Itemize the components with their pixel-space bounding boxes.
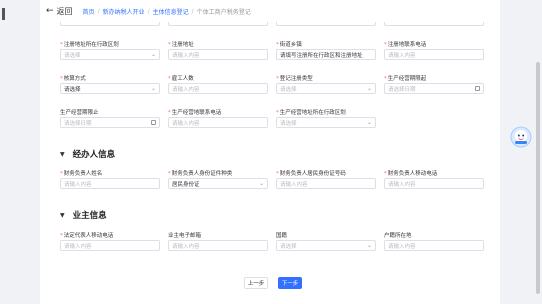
prev-step-button[interactable]: 上一步: [244, 277, 268, 289]
caret-down-icon: ▼: [60, 150, 65, 158]
operation-end-date-picker[interactable]: 请选择日期: [60, 117, 160, 128]
operation-region-select[interactable]: 请选择 ⌄: [276, 117, 376, 128]
vertical-scrollbar[interactable]: [536, 62, 540, 294]
back-button[interactable]: ← 返回: [40, 6, 73, 17]
caret-down-icon: ▼: [60, 211, 65, 219]
top-bar: ← 返回 首页 / 新办纳税人开业 / 主体信息登记 / 个体工商户税务登记: [40, 0, 500, 22]
field-label: *注册地址所在行政区划: [60, 42, 119, 48]
street-town-select[interactable]: 请填写注册所在行政区和注册地址: [276, 49, 376, 60]
field-label: *街道乡镇: [276, 42, 302, 48]
field-label: *生产经营地联系电话: [168, 110, 222, 116]
section-header-owner[interactable]: ▼ 业主信息: [60, 209, 107, 221]
breadcrumb-home[interactable]: 首页: [83, 7, 95, 16]
arrow-left-icon: ←: [46, 6, 54, 16]
field-label: *财务负责人姓名: [60, 171, 103, 177]
finance-id-number-input[interactable]: 请输入内容: [276, 178, 376, 189]
chevron-down-icon: ⌄: [258, 180, 264, 187]
nationality-select[interactable]: 请选择 ⌄: [276, 240, 376, 251]
field-label: *注册地联系电话: [384, 42, 427, 48]
chevron-down-icon: ⌄: [366, 242, 372, 249]
registration-type-select[interactable]: 请选择 ⌄: [276, 83, 376, 94]
field-label: *财务负责人移动电话: [384, 171, 438, 177]
field-label: 生产经营期限止: [60, 110, 99, 116]
chevron-down-icon: ⌄: [366, 85, 372, 92]
clipped-field[interactable]: [384, 22, 484, 26]
section-title: 业主信息: [72, 211, 107, 221]
field-label: *登记注册类型: [276, 76, 313, 82]
clipped-field[interactable]: [60, 22, 160, 26]
chevron-down-icon: ⌄: [366, 119, 372, 126]
field-label: *生产经营地址所在行政区划: [276, 110, 346, 116]
breadcrumb: 首页 / 新办纳税人开业 / 主体信息登记 / 个体工商户税务登记: [83, 7, 251, 16]
clipped-field[interactable]: [276, 22, 376, 26]
section-header-agent[interactable]: ▼ 经办人信息: [60, 148, 115, 160]
back-label: 返回: [56, 6, 73, 16]
field-label: 国籍: [276, 233, 288, 239]
left-gutter: [0, 0, 40, 304]
breadcrumb-separator: /: [97, 7, 100, 15]
next-step-button[interactable]: 下一步: [278, 277, 302, 289]
household-registration-input[interactable]: 请输入内容: [384, 240, 484, 251]
field-label: *财务负责人身份证件种类: [168, 171, 233, 177]
accounting-method-select[interactable]: 请选择 ⌄: [60, 83, 160, 94]
breadcrumb-new-taxpayer[interactable]: 新办纳税人开业: [103, 7, 145, 16]
field-label: *核算方式: [60, 76, 86, 82]
clipped-field[interactable]: [168, 22, 268, 26]
legal-rep-mobile-input[interactable]: 请输入内容: [60, 240, 160, 251]
registered-region-select[interactable]: 请选择 ⌄: [60, 49, 160, 60]
breadcrumb-separator: /: [191, 7, 194, 15]
owner-email-input[interactable]: 请输入内容: [168, 240, 268, 251]
breadcrumb-current: 个体工商户税务登记: [196, 8, 251, 16]
breadcrumb-entity-registration[interactable]: 主体信息登记: [153, 7, 189, 16]
field-label: *雇工人数: [168, 76, 194, 82]
section-title: 经办人信息: [72, 150, 116, 160]
field-label: 户籍所在地: [384, 233, 412, 239]
chevron-down-icon: ⌄: [150, 51, 156, 58]
form-panel: *注册地址所在行政区划 请选择 ⌄ *注册地址 请输入内容 *街道乡镇 请填写注册…: [40, 22, 500, 304]
field-label: 业主电子邮箱: [168, 233, 202, 239]
registered-phone-input[interactable]: 请输入内容: [384, 49, 484, 60]
field-label: *注册地址: [168, 42, 194, 48]
employee-count-input[interactable]: 请输入内容: [168, 83, 268, 94]
assistant-avatar-icon[interactable]: [510, 126, 532, 148]
field-label: *财务负责人居民身份证号码: [276, 171, 346, 177]
finance-name-input[interactable]: 请输入内容: [60, 178, 160, 189]
left-edge-marker: [2, 8, 5, 20]
field-label: *法定代表人移动电话: [60, 233, 114, 239]
finance-id-type-select[interactable]: 居民身份证 ⌄: [168, 178, 268, 189]
registered-address-input[interactable]: 请输入内容: [168, 49, 268, 60]
chevron-down-icon: ⌄: [150, 85, 156, 92]
operation-phone-input[interactable]: 请输入内容: [168, 117, 268, 128]
finance-mobile-input[interactable]: 请输入内容: [384, 178, 484, 189]
calendar-icon: [475, 86, 480, 91]
breadcrumb-separator: /: [147, 7, 150, 15]
calendar-icon: [151, 120, 156, 125]
operation-start-date-picker[interactable]: 请选择日期: [384, 83, 484, 94]
field-label: *生产经营期限起: [384, 76, 427, 82]
